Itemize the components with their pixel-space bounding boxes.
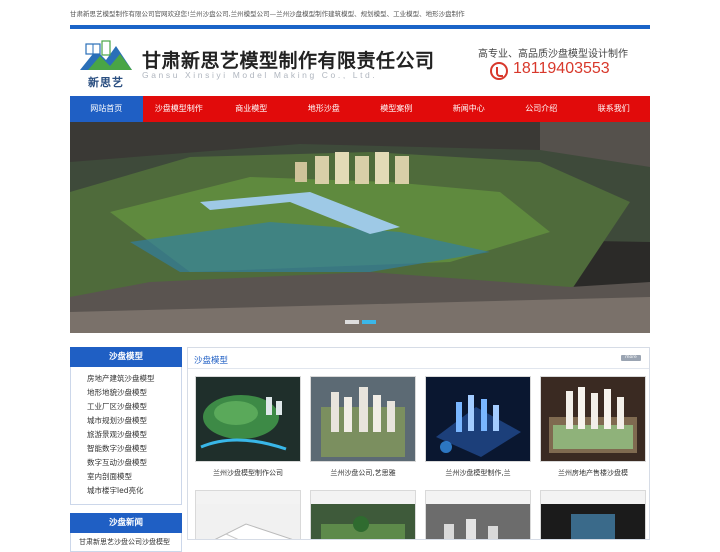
sidebar-item-interior[interactable]: 室内剖面模型 (87, 470, 181, 484)
products-header: 沙盘模型 more (188, 348, 649, 369)
sidebar-item-urban[interactable]: 城市规划沙盘模型 (87, 414, 181, 428)
product-image (541, 504, 645, 539)
product-thumb[interactable] (540, 490, 646, 539)
sidebar-news-title: 沙盘新闻 (70, 513, 182, 533)
header-slogan: 高专业、高品质沙盘模型设计制作 (478, 49, 628, 60)
sidebar-item-smart[interactable]: 智能数字沙盘模型 (87, 442, 181, 456)
nav-item-sandtable[interactable]: 沙盘模型制作 (143, 96, 216, 122)
product-thumb[interactable] (425, 376, 531, 462)
sidebar-item-tourism[interactable]: 旅游景观沙盘模型 (87, 428, 181, 442)
product-thumb[interactable] (195, 376, 301, 462)
banner-image (70, 122, 650, 333)
more-button[interactable]: more (621, 355, 641, 361)
product-image (196, 504, 300, 539)
product-thumb[interactable] (540, 376, 646, 462)
product-thumb[interactable] (195, 490, 301, 539)
banner-pager (345, 320, 376, 324)
product-image (311, 504, 415, 539)
product-caption[interactable]: 兰州房地产售楼沙盘模 (540, 468, 646, 478)
hotline-number[interactable]: 18119403553 (513, 60, 610, 78)
company-name-en: Gansu Xinsiyi Model Making Co., Ltd. (142, 70, 378, 80)
nav-item-cases[interactable]: 模型案例 (360, 96, 433, 122)
banner-dot[interactable] (345, 320, 359, 324)
product-image (426, 377, 530, 461)
product-image (541, 377, 645, 461)
product-caption[interactable]: 兰州沙盘模型制作公司 (195, 468, 301, 478)
top-divider (70, 25, 650, 29)
product-thumb[interactable] (310, 490, 416, 539)
product-thumb[interactable] (310, 376, 416, 462)
nav-item-about[interactable]: 公司介绍 (505, 96, 578, 122)
sidebar-item-interactive[interactable]: 数字互动沙盘模型 (87, 456, 181, 470)
product-caption[interactable]: 兰州沙盘模型制作,兰 (425, 468, 531, 478)
sidebar-item-realestate[interactable]: 房地产建筑沙盘模型 (87, 372, 181, 386)
site-header: 新思艺 甘肃新思艺模型制作有限责任公司 Gansu Xinsiyi Model … (70, 30, 650, 96)
product-image (311, 377, 415, 461)
logo-text: 新思艺 (88, 76, 124, 89)
main-nav: 网站首页 沙盘模型制作 商业模型 地形沙盘 模型案例 新闻中心 公司介绍 联系我… (70, 96, 650, 122)
products-title: 沙盘模型 (194, 356, 229, 366)
sidebar: 沙盘模型 房地产建筑沙盘模型 地形地貌沙盘模型 工业厂区沙盘模型 城市规划沙盘模… (70, 347, 182, 552)
nav-item-contact[interactable]: 联系我们 (578, 96, 651, 122)
banner-dot-active[interactable] (362, 320, 376, 324)
company-name: 甘肃新思艺模型制作有限责任公司 (142, 50, 435, 72)
products-panel: 沙盘模型 more 兰州沙盘模型制作公司 兰州沙盘公司,艺思雅 兰州沙盘模型制作… (187, 347, 650, 540)
sidebar-title: 沙盘模型 (70, 347, 182, 367)
sidebar-item-industrial[interactable]: 工业厂区沙盘模型 (87, 400, 181, 414)
sidebar-news-item[interactable]: 甘肃新思艺沙盘公司沙盘模型 (70, 533, 182, 552)
logo-mountain-icon (80, 40, 132, 70)
nav-item-home[interactable]: 网站首页 (70, 96, 143, 122)
nav-item-commercial[interactable]: 商业模型 (215, 96, 288, 122)
sidebar-item-led[interactable]: 城市楼宇led亮化 (87, 484, 181, 498)
nav-item-terrain[interactable]: 地形沙盘 (288, 96, 361, 122)
product-caption[interactable]: 兰州沙盘公司,艺思雅 (310, 468, 416, 478)
product-image (196, 377, 300, 461)
company-logo[interactable]: 新思艺 (78, 38, 134, 90)
sidebar-list: 房地产建筑沙盘模型 地形地貌沙盘模型 工业厂区沙盘模型 城市规划沙盘模型 旅游景… (70, 367, 182, 505)
sidebar-item-terrain[interactable]: 地形地貌沙盘模型 (87, 386, 181, 400)
product-image (426, 504, 530, 539)
product-thumb[interactable] (425, 490, 531, 539)
nav-item-news[interactable]: 新闻中心 (433, 96, 506, 122)
top-welcome-bar: 甘肃新思艺模型制作有限公司官网欢迎您!兰州沙盘公司,兰州模型公司—兰州沙盘模型制… (70, 10, 465, 18)
hero-banner[interactable] (70, 122, 650, 333)
phone-icon (490, 62, 508, 80)
